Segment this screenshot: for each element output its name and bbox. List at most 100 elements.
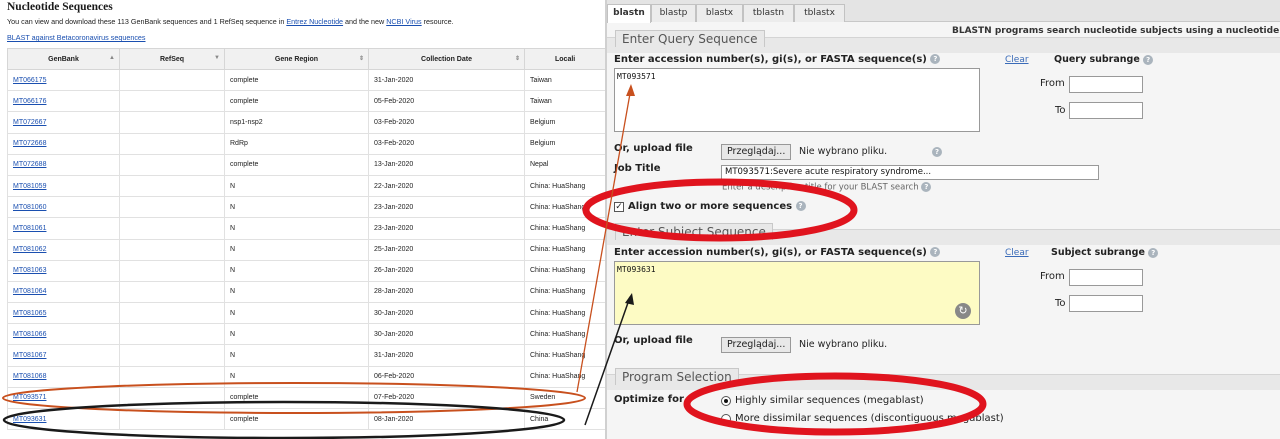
subject-clear-link[interactable]: Clear (1005, 248, 1029, 258)
collection-date-cell: 22-Jan-2020 (368, 174, 525, 198)
gene-region-cell: N (224, 365, 369, 388)
align-two-label: Align two or more sequences ? (628, 201, 806, 212)
table-row: MT081059 N 22-Jan-2020 China: HuaShang (7, 174, 606, 198)
gene-region-cell: N (224, 280, 369, 304)
genbank-accession-link[interactable]: MT066175 (7, 68, 120, 92)
subject-to-label: To (1055, 298, 1066, 309)
subject-browse-button[interactable]: Przeglądaj... (721, 337, 792, 353)
help-icon[interactable]: ? (795, 201, 806, 211)
discontiguous-megablast-radio[interactable] (721, 414, 731, 424)
hint-text: Enter a descriptive title for your BLAST… (722, 182, 919, 193)
query-no-file-text: Nie wybrano pliku. (799, 146, 888, 157)
table-row: MT081068 N 06-Feb-2020 China: HuaShang (7, 365, 606, 388)
query-subrange-label: Query subrange ? (1054, 54, 1154, 65)
query-browse-button[interactable]: Przeglądaj... (721, 144, 792, 160)
locality-cell: China: HuaShang (524, 259, 606, 282)
gene-region-cell: N (224, 174, 369, 198)
tab-blastp[interactable]: blastp (651, 4, 696, 22)
job-title-input[interactable]: MT093571:Severe acute respiratory syndro… (721, 165, 1099, 180)
refresh-icon[interactable]: ↻ (955, 303, 971, 319)
subject-subrange-label: Subject subrange ? (1051, 247, 1159, 258)
entrez-nucleotide-link[interactable]: Entrez Nucleotide (286, 17, 343, 26)
help-icon[interactable]: ? (1148, 247, 1159, 258)
genbank-accession-link[interactable]: MT081066 (7, 323, 120, 346)
tab-blastx[interactable]: blastx (696, 4, 743, 22)
column-header-locality[interactable]: Locali (524, 48, 606, 70)
table-row: MT072667 nsp1-nsp2 03-Feb-2020 Belgium (7, 111, 606, 134)
collection-date-cell: 13-Jan-2020 (368, 153, 525, 176)
genbank-accession-link[interactable]: MT081068 (7, 365, 120, 388)
locality-cell: China: HuaShang (524, 302, 606, 325)
genbank-accession-link[interactable]: MT072668 (7, 132, 120, 155)
help-icon[interactable]: ? (921, 182, 932, 192)
nucleotide-sequences-panel: Nucleotide Sequences You can view and do… (0, 0, 606, 439)
collection-date-cell: 31-Jan-2020 (368, 68, 525, 92)
query-to-input[interactable] (1069, 102, 1143, 119)
genbank-accession-link[interactable]: MT081065 (7, 302, 120, 325)
column-header-genbank[interactable]: GenBank ▲ (7, 48, 120, 70)
desc-text: resource. (421, 17, 454, 26)
collection-date-cell: 03-Feb-2020 (368, 132, 525, 155)
query-clear-link[interactable]: Clear (1005, 55, 1029, 65)
column-header-gene-region[interactable]: Gene Region ⇕ (224, 48, 369, 70)
help-icon[interactable]: ? (1143, 54, 1154, 65)
help-icon[interactable]: ? (930, 247, 941, 257)
desc-text: You can view and download these 113 GenB… (7, 17, 287, 26)
locality-cell: Sweden (524, 386, 606, 410)
tab-tblastn[interactable]: tblastn (743, 4, 794, 22)
blast-betacoronavirus-link[interactable]: BLAST against Betacoronavirus sequences (7, 33, 146, 42)
optimize-for-label: Optimize for (614, 394, 684, 405)
refseq-cell (119, 386, 225, 410)
genbank-accession-link[interactable]: MT072688 (7, 153, 120, 176)
genbank-accession-link[interactable]: MT081063 (7, 259, 120, 282)
subject-sequence-textarea[interactable]: MT093631 (614, 261, 980, 325)
column-label: GenBank (48, 55, 79, 63)
sort-icon: ⇕ (514, 56, 520, 62)
genbank-accession-link[interactable]: MT081060 (7, 196, 120, 219)
help-icon[interactable]: ? (932, 147, 942, 157)
table-row: MT066176 complete 05-Feb-2020 Taiwan (7, 90, 606, 113)
help-icon[interactable]: ? (930, 54, 941, 64)
gene-region-cell: complete (224, 90, 369, 113)
locality-cell: China: HuaShang (524, 238, 606, 261)
megablast-radio[interactable] (721, 396, 731, 406)
genbank-accession-link[interactable]: MT081067 (7, 344, 120, 367)
program-description: BLASTN programs search nucleotide subjec… (952, 26, 1280, 36)
refseq-cell (119, 302, 225, 325)
genbank-accession-link[interactable]: MT081062 (7, 238, 120, 261)
locality-cell: Nepal (524, 153, 606, 176)
subject-from-input[interactable] (1069, 269, 1143, 286)
table-row: MT081065 N 30-Jan-2020 China: HuaShang (7, 302, 606, 325)
genbank-accession-link[interactable]: MT081061 (7, 217, 120, 240)
gene-region-cell: N (224, 302, 369, 325)
genbank-accession-link[interactable]: MT066176 (7, 90, 120, 113)
table-row: MT093571 complete 07-Feb-2020 Sweden (7, 386, 606, 410)
subject-to-input[interactable] (1069, 295, 1143, 312)
align-two-checkbox[interactable]: ✓ (614, 202, 624, 212)
sort-desc-icon: ▼ (214, 55, 220, 61)
tab-tblastx[interactable]: tblastx (794, 4, 845, 22)
column-label: Collection Date (421, 55, 472, 63)
query-to-label: To (1055, 105, 1066, 116)
label-text: Align two or more sequences (628, 201, 793, 212)
ncbi-virus-link[interactable]: NCBI Virus (386, 17, 421, 26)
column-header-refseq[interactable]: RefSeq ▼ (119, 48, 225, 70)
tab-blastn[interactable]: blastn (607, 4, 651, 23)
desc-text: and the new (343, 17, 387, 26)
genbank-accession-link[interactable]: MT072667 (7, 111, 120, 134)
label-text: Enter accession number(s), gi(s), or FAS… (614, 54, 927, 65)
gene-region-cell: N (224, 259, 369, 282)
gene-region-cell: N (224, 196, 369, 219)
query-sequence-textarea[interactable]: MT093571 (614, 68, 980, 132)
locality-cell: China: HuaShang (524, 196, 606, 219)
column-label: Locali (555, 55, 576, 63)
column-header-collection-date[interactable]: Collection Date ⇕ (368, 48, 525, 70)
genbank-accession-link[interactable]: MT093571 (7, 386, 120, 410)
genbank-accession-link[interactable]: MT081059 (7, 174, 120, 198)
query-from-input[interactable] (1069, 76, 1143, 93)
genbank-accession-link[interactable]: MT093631 (7, 407, 120, 431)
collection-date-cell: 30-Jan-2020 (368, 302, 525, 325)
collection-date-cell: 30-Jan-2020 (368, 323, 525, 346)
collection-date-cell: 26-Jan-2020 (368, 259, 525, 282)
genbank-accession-link[interactable]: MT081064 (7, 280, 120, 304)
